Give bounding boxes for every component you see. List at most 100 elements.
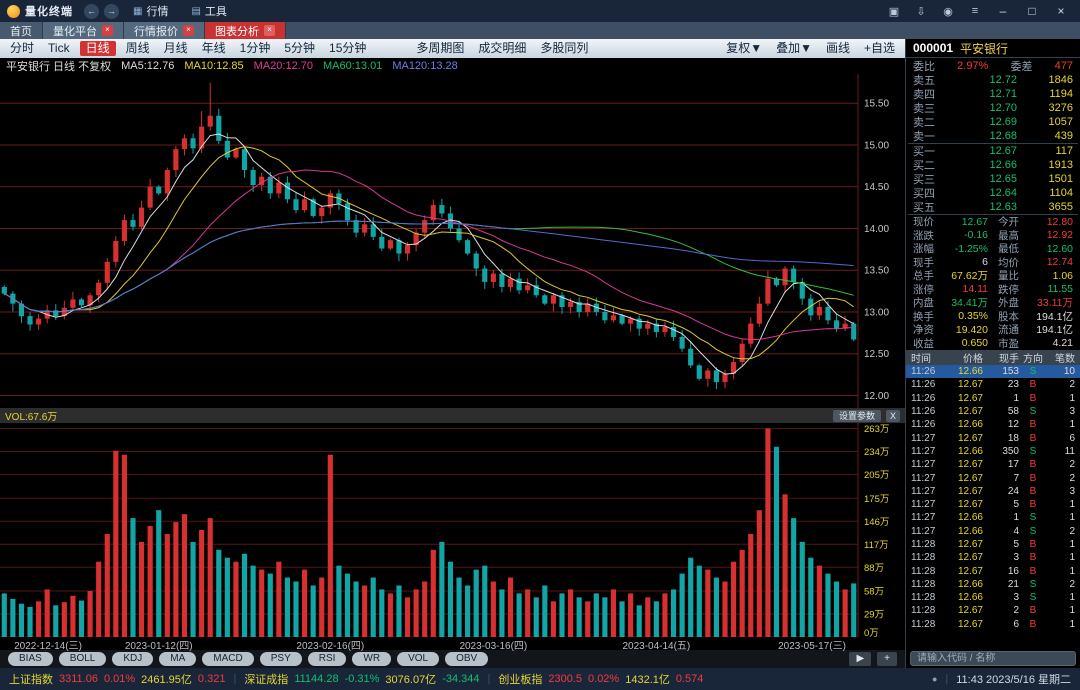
indicator-psy[interactable]: PSY: [260, 652, 302, 666]
trade-price: 12.66: [946, 512, 983, 523]
period-6[interactable]: 年线: [195, 40, 233, 57]
chart-action-3[interactable]: 画线: [819, 40, 857, 57]
trade-row[interactable]: 11:2712.675B1: [906, 498, 1080, 511]
index-1: 上证指数3311.060.01%2461.95亿0.321: [9, 671, 225, 687]
view-2[interactable]: 成交明细: [471, 40, 533, 57]
trade-row[interactable]: 11:2812.663S1: [906, 591, 1080, 604]
book-bids-2[interactable]: 买二12.661913: [906, 158, 1080, 172]
trade-row[interactable]: 11:2712.664S2: [906, 525, 1080, 538]
indicator-kdj[interactable]: KDJ: [112, 652, 153, 666]
trade-row[interactable]: 11:2812.676B1: [906, 618, 1080, 631]
indicator-bias[interactable]: BIAS: [8, 652, 53, 666]
trade-time: 11:28: [911, 566, 946, 577]
chart-toolbar: 分时Tick日线周线月线年线1分钟5分钟15分钟 多周期图成交明细多股同列 复权…: [0, 39, 905, 58]
trade-direction: S: [1019, 592, 1047, 603]
tab-2[interactable]: 量化平台×: [43, 22, 124, 39]
menu-tools[interactable]: ▤ 工具: [182, 0, 235, 22]
book-asks-3[interactable]: 卖三12.703276: [906, 101, 1080, 115]
period-5[interactable]: 月线: [157, 40, 195, 57]
svg-text:146万: 146万: [864, 517, 889, 528]
tab-3[interactable]: 行情报价×: [124, 22, 205, 39]
minimize-button[interactable]: –: [991, 4, 1015, 18]
period-2[interactable]: Tick: [41, 40, 77, 57]
trade-row[interactable]: 11:2612.6758S3: [906, 405, 1080, 418]
period-9[interactable]: 15分钟: [322, 40, 373, 57]
period-3[interactable]: 日线: [80, 41, 116, 56]
period-7[interactable]: 1分钟: [233, 40, 278, 57]
trade-count: 1: [1047, 393, 1075, 404]
app-title: 量化终端: [25, 3, 73, 19]
close-button[interactable]: ×: [1049, 4, 1073, 18]
trade-row[interactable]: 11:2612.66153S10: [906, 365, 1080, 378]
tab-close-icon[interactable]: ×: [102, 25, 113, 36]
menu-tools-label: 工具: [205, 3, 227, 19]
period-4[interactable]: 周线: [119, 40, 157, 57]
book-asks-5[interactable]: 卖一12.68439: [906, 129, 1080, 143]
trade-row[interactable]: 11:2712.66350S11: [906, 445, 1080, 458]
stat-value: 12.74: [1026, 256, 1073, 268]
index-pct: -0.31%: [345, 673, 380, 685]
menu-quotes[interactable]: ▦ 行情: [124, 0, 177, 22]
trade-row[interactable]: 11:2712.677B2: [906, 471, 1080, 484]
view-1[interactable]: 多周期图: [409, 40, 471, 57]
trade-row[interactable]: 11:2612.6612B1: [906, 418, 1080, 431]
download-icon[interactable]: ⇩: [910, 5, 932, 18]
trade-price: 12.67: [946, 566, 983, 577]
trade-row[interactable]: 11:2812.6716B1: [906, 564, 1080, 577]
book-asks-2[interactable]: 卖四12.711194: [906, 87, 1080, 101]
trade-row[interactable]: 11:2712.661S1: [906, 511, 1080, 524]
user-icon[interactable]: ◉: [937, 5, 959, 18]
trade-direction: S: [1019, 512, 1047, 523]
indicator-boll[interactable]: BOLL: [59, 652, 107, 666]
trade-direction: B: [1019, 379, 1047, 390]
indicator-macd[interactable]: MACD: [202, 652, 253, 666]
tab-close-icon[interactable]: ×: [264, 25, 275, 36]
book-bids-3[interactable]: 买三12.651501: [906, 172, 1080, 186]
indicator-vol[interactable]: VOL: [397, 652, 439, 666]
trade-row[interactable]: 11:2812.6621S2: [906, 578, 1080, 591]
volume-settings-button[interactable]: 设置参数: [833, 410, 881, 422]
book-volume: 1057: [1017, 116, 1073, 128]
volume-close-button[interactable]: X: [886, 410, 900, 422]
chart-action-2[interactable]: 叠加▼: [769, 40, 819, 57]
tab-1[interactable]: 首页: [0, 22, 43, 39]
trade-row[interactable]: 11:2812.673B1: [906, 551, 1080, 564]
monitor-icon[interactable]: ▣: [883, 5, 905, 18]
trade-row[interactable]: 11:2812.672B1: [906, 604, 1080, 617]
trade-row[interactable]: 11:2712.6718B6: [906, 431, 1080, 444]
date-axis: 2022-12-14(三)2023-01-12(四)2023-02-16(四)2…: [0, 637, 905, 650]
indicator-ma[interactable]: MA: [159, 652, 196, 666]
symbol-search-input[interactable]: [910, 651, 1076, 666]
tab-4[interactable]: 图表分析×: [205, 22, 286, 39]
period-1[interactable]: 分时: [3, 40, 41, 57]
book-asks-4[interactable]: 卖二12.691057: [906, 115, 1080, 129]
view-3[interactable]: 多股同列: [533, 40, 595, 57]
trade-row[interactable]: 11:2612.6723B2: [906, 378, 1080, 391]
trade-row[interactable]: 11:2712.6717B2: [906, 458, 1080, 471]
trade-row[interactable]: 11:2812.675B1: [906, 538, 1080, 551]
stat-row-4: 现手6均价12.74: [906, 256, 1080, 270]
menu-icon[interactable]: ≡: [964, 5, 986, 17]
connection-status-icon: ●: [932, 674, 937, 684]
tab-close-icon[interactable]: ×: [183, 25, 194, 36]
volume-chart-canvas[interactable]: 263万234万205万175万146万117万88万58万29万0万: [0, 423, 905, 637]
trade-row[interactable]: 11:2712.6724B3: [906, 485, 1080, 498]
indicator-bar: BIAS BOLL KDJ MA MACD PSY RSI WR VOL OBV ▶ +: [0, 650, 905, 668]
indicator-add-button[interactable]: +: [877, 652, 897, 666]
chart-action-4[interactable]: +自选: [857, 40, 902, 57]
book-bids-4[interactable]: 买四12.641104: [906, 186, 1080, 200]
indicator-next-button[interactable]: ▶: [849, 652, 871, 666]
indicator-obv[interactable]: OBV: [445, 652, 488, 666]
chart-action-1[interactable]: 复权▼: [719, 40, 769, 57]
book-asks-1[interactable]: 卖五12.721846: [906, 73, 1080, 87]
trade-row[interactable]: 11:2612.671B1: [906, 392, 1080, 405]
price-chart-canvas[interactable]: 12.0012.5013.0013.5014.0014.5015.0015.50: [0, 74, 905, 408]
indicator-rsi[interactable]: RSI: [308, 652, 347, 666]
indicator-wr[interactable]: WR: [352, 652, 391, 666]
period-8[interactable]: 5分钟: [277, 40, 322, 57]
book-bids-5[interactable]: 买五12.633655: [906, 200, 1080, 214]
back-button[interactable]: ←: [84, 4, 99, 19]
forward-button[interactable]: →: [104, 4, 119, 19]
book-bids-1[interactable]: 买一12.67117: [906, 144, 1080, 158]
maximize-button[interactable]: □: [1020, 4, 1044, 18]
